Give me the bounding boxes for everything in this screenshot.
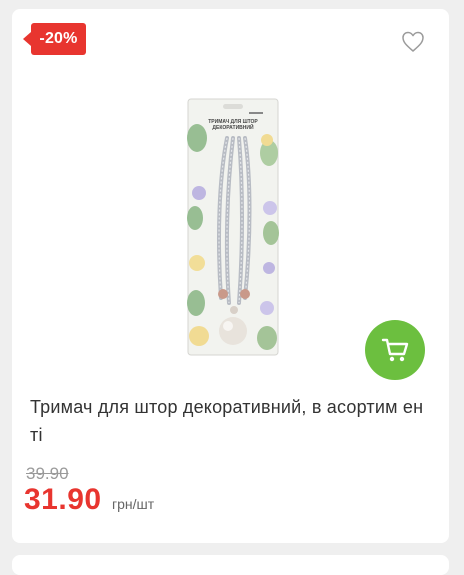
current-price: 31.90 (24, 483, 102, 516)
add-to-cart-button[interactable] (365, 320, 425, 380)
product-title[interactable]: Тримач для штор декоративний, в асортим … (30, 393, 428, 449)
heart-outline-icon (402, 31, 424, 52)
product-photo: ТРИМАЧ ДЛЯ ШТОР ДЕКОРАТИВНИЙ (187, 98, 279, 356)
product-card: -20% ТРИМАЧ ДЛЯ ШТОР ДЕКОРАТИВНИЙ Тримач… (12, 9, 449, 543)
discount-badge: -20% (23, 23, 86, 55)
shopping-cart-icon (381, 338, 409, 362)
price-unit: грн/шт (112, 496, 155, 512)
price-row: 31.90 грн/шт (24, 483, 154, 523)
next-product-card (12, 555, 449, 575)
package-label-2: ДЕКОРАТИВНИЙ (212, 123, 254, 131)
product-image[interactable]: ТРИМАЧ ДЛЯ ШТОР ДЕКОРАТИВНИЙ (187, 98, 279, 356)
old-price: 39.90 (26, 464, 69, 483)
favorite-button[interactable] (401, 31, 425, 53)
